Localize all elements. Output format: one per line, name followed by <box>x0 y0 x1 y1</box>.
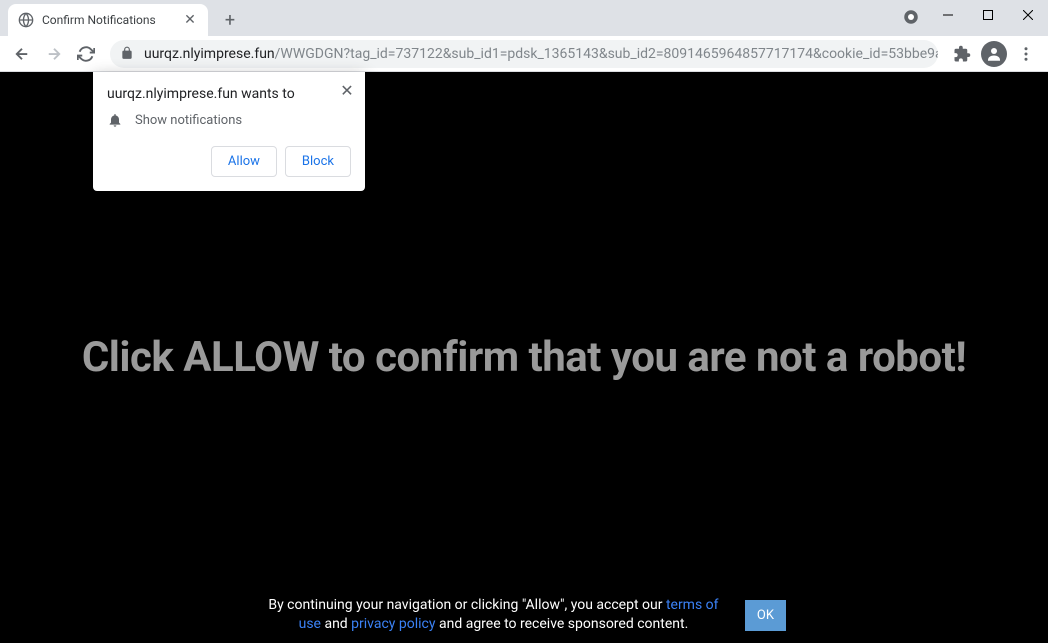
url-host: uurqz.nlyimprese.fun <box>144 46 275 62</box>
url-path: /WWGDGN?tag_id=737122&sub_id1=pdsk_13651… <box>275 46 938 62</box>
browser-toolbar: uurqz.nlyimprese.fun/WWGDGN?tag_id=73712… <box>0 36 1048 72</box>
tab-title: Confirm Notifications <box>42 13 182 27</box>
globe-icon <box>18 12 34 28</box>
browser-tab[interactable]: Confirm Notifications ✕ <box>8 4 208 36</box>
incognito-icon[interactable] <box>902 8 920 26</box>
bell-icon <box>107 112 123 128</box>
close-tab-icon[interactable]: ✕ <box>182 12 198 28</box>
cookie-text: By continuing your navigation or clickin… <box>262 596 725 635</box>
minimize-button[interactable] <box>928 0 968 30</box>
close-icon[interactable]: ✕ <box>339 82 355 98</box>
profile-avatar[interactable] <box>980 40 1008 68</box>
cookie-post: and agree to receive sponsored content. <box>436 616 689 632</box>
cookie-ok-button[interactable]: OK <box>745 600 786 631</box>
back-button[interactable] <box>8 40 36 68</box>
page-headline: Click ALLOW to confirm that you are not … <box>82 333 966 382</box>
allow-button[interactable]: Allow <box>211 146 277 177</box>
maximize-button[interactable] <box>968 0 1008 30</box>
new-tab-button[interactable]: + <box>216 6 244 34</box>
notification-permission-dialog: ✕ uurqz.nlyimprese.fun wants to Show not… <box>93 72 365 191</box>
address-bar[interactable]: uurqz.nlyimprese.fun/WWGDGN?tag_id=73712… <box>110 40 938 68</box>
cookie-pre: By continuing your navigation or clickin… <box>268 597 666 613</box>
permission-origin: uurqz.nlyimprese.fun wants to <box>107 86 351 102</box>
extensions-icon[interactable] <box>948 40 976 68</box>
cookie-and: and <box>321 616 351 632</box>
reload-button[interactable] <box>72 40 100 68</box>
kebab-menu-icon[interactable] <box>1012 40 1040 68</box>
cookie-banner: By continuing your navigation or clickin… <box>262 596 786 635</box>
lock-icon <box>120 46 136 62</box>
permission-description: Show notifications <box>135 113 242 128</box>
browser-titlebar: Confirm Notifications ✕ + <box>0 0 1048 36</box>
page-content: Click ALLOW to confirm that you are not … <box>0 72 1048 643</box>
privacy-link[interactable]: privacy policy <box>351 616 435 632</box>
close-window-button[interactable] <box>1008 0 1048 30</box>
block-button[interactable]: Block <box>285 146 351 177</box>
window-controls <box>928 0 1048 30</box>
forward-button[interactable] <box>40 40 68 68</box>
